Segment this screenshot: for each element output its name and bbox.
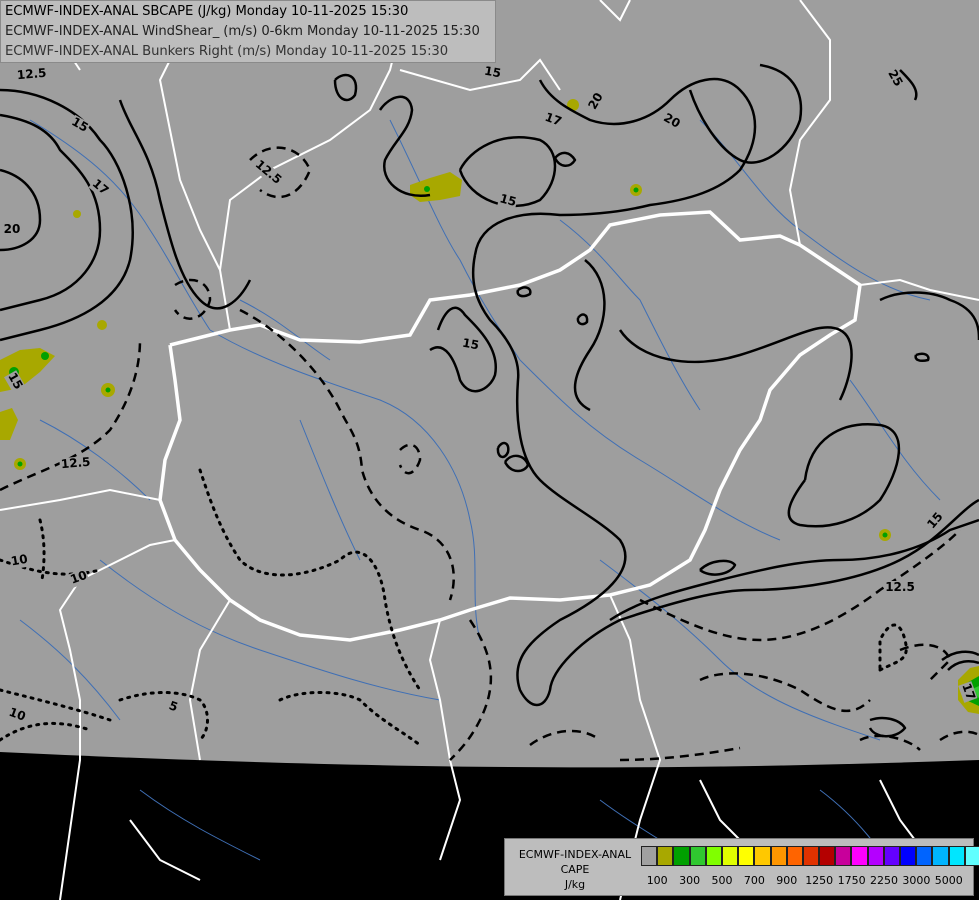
legend-ticks: 100 300 500 700 900 1250 1750 2250 3000 5000 — [641, 874, 971, 888]
legend-tick-label: 700 — [743, 874, 765, 887]
contour-label: 10 — [10, 552, 29, 569]
map-canvas: 12.5 15 17 20 25 12.5 15 17 20 15 20 15 … — [0, 0, 979, 900]
legend-swatch — [786, 846, 803, 866]
legend-swatch — [900, 846, 917, 866]
legend-swatch — [802, 846, 820, 866]
legend-tick-label: 3000 — [902, 874, 931, 887]
contour-label: 15 — [461, 336, 480, 353]
legend-swatch — [883, 846, 900, 866]
title-windshear: ECMWF-INDEX-ANAL WindShear_ (m/s) 0-6km … — [5, 24, 480, 39]
legend-tick-label: 1250 — [805, 874, 834, 887]
title-bunkers: ECMWF-INDEX-ANAL Bunkers Right (m/s) Mon… — [5, 44, 449, 59]
legend-field: CAPE — [560, 863, 590, 876]
legend-swatch — [867, 846, 884, 866]
legend-swatch — [835, 846, 852, 866]
legend-model: ECMWF-INDEX-ANAL — [518, 848, 632, 861]
legend-swatch — [770, 846, 787, 866]
legend-swatch — [948, 846, 965, 866]
legend-tick-label: 1750 — [837, 874, 866, 887]
contour-label: 12.5 — [16, 66, 47, 83]
legend-swatch — [932, 846, 949, 866]
legend-tick-label: 5000 — [934, 874, 963, 887]
legend-tick-label: 900 — [776, 874, 798, 887]
legend-swatch — [689, 846, 706, 866]
legend-tick-label: 500 — [711, 874, 733, 887]
legend-swatch — [916, 846, 933, 866]
legend-color-scale — [641, 846, 979, 866]
contour-label: 20 — [4, 222, 21, 236]
contour-label: 12.5 — [885, 580, 915, 594]
legend-swatch — [657, 846, 674, 866]
legend-swatch — [964, 846, 979, 866]
legend-swatch — [641, 846, 658, 866]
legend-swatch — [819, 846, 836, 866]
legend-swatch — [705, 846, 722, 866]
legend-tick-label: 300 — [679, 874, 701, 887]
contour-label: 15 — [483, 64, 502, 81]
legend-swatch — [721, 846, 739, 866]
legend-tick-label: 100 — [646, 874, 668, 887]
legend-swatch — [851, 846, 868, 866]
cape-legend: ECMWF-INDEX-ANAL CAPE J/kg 100 300 500 700 9… — [504, 838, 979, 896]
legend-swatch — [673, 846, 690, 866]
title-sbcape: ECMWF-INDEX-ANAL SBCAPE (J/kg) Monday 10… — [5, 4, 409, 19]
legend-tick-label: 2250 — [870, 874, 898, 887]
legend-label: ECMWF-INDEX-ANAL CAPE J/kg — [509, 847, 641, 892]
legend-unit: J/kg — [564, 878, 586, 891]
title-box: ECMWF-INDEX-ANAL SBCAPE (J/kg) Monday 10… — [0, 0, 496, 63]
contour-label: 12.5 — [60, 455, 91, 472]
legend-swatch — [738, 846, 755, 866]
legend-swatch — [754, 846, 771, 866]
